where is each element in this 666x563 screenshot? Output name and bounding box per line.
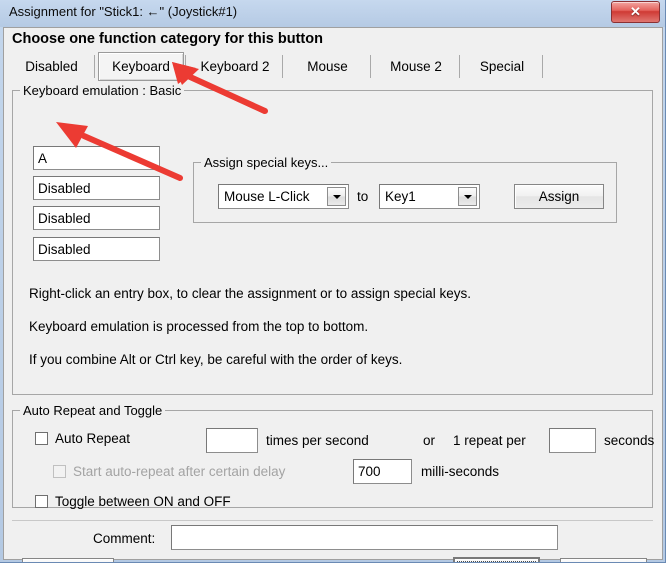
group-legend: Assign special keys... xyxy=(201,155,331,170)
entry-box-2[interactable]: Disabled xyxy=(33,176,160,200)
tab-separator xyxy=(94,55,95,78)
one-repeat-per-label: 1 repeat per xyxy=(453,433,526,448)
footer-divider xyxy=(12,520,653,521)
checkbox-label: Start auto-repeat after certain delay xyxy=(73,464,285,479)
tab-separator xyxy=(370,55,371,78)
times-per-second-label: times per second xyxy=(266,433,369,448)
comment-input[interactable] xyxy=(171,525,558,550)
checkbox-box xyxy=(53,465,66,478)
toggle-on-off-checkbox[interactable]: Toggle between ON and OFF xyxy=(35,494,231,509)
tab-separator xyxy=(185,55,186,78)
assign-button-label: Assign xyxy=(539,189,580,204)
hint-line-2: Keyboard emulation is processed from the… xyxy=(29,319,368,334)
tab-label: Keyboard 2 xyxy=(200,59,269,74)
tab-separator xyxy=(542,55,543,78)
group-legend: Keyboard emulation : Basic xyxy=(20,83,184,98)
delay-milliseconds-value: 700 xyxy=(358,464,381,479)
checkbox-label: Toggle between ON and OFF xyxy=(55,494,231,509)
assign-special-keys-group: Assign special keys... Mouse L-Click to … xyxy=(193,162,617,223)
combo-value: Mouse L-Click xyxy=(219,189,327,204)
cancel-button[interactable]: Cancel xyxy=(560,558,647,563)
close-icon: ✕ xyxy=(612,2,659,22)
assign-button[interactable]: Assign xyxy=(514,184,604,209)
tab-label: Disabled xyxy=(25,59,78,74)
delay-milliseconds-input[interactable]: 700 xyxy=(353,459,412,484)
tab-keyboard[interactable]: Keyboard xyxy=(98,52,184,81)
milli-seconds-label: milli-seconds xyxy=(421,464,499,479)
tab-label: Mouse xyxy=(307,59,348,74)
hint-line-1: Right-click an entry box, to clear the a… xyxy=(29,286,471,301)
tab-separator xyxy=(282,55,283,78)
entry-box-value: A xyxy=(38,151,47,166)
group-legend: Auto Repeat and Toggle xyxy=(20,403,165,418)
tab-mouse[interactable]: Mouse xyxy=(285,52,370,81)
entry-box-3[interactable]: Disabled xyxy=(33,206,160,230)
chevron-down-icon[interactable] xyxy=(458,187,477,206)
title-bar: Assignment for "Stick1: ←" (Joystick#1) … xyxy=(0,0,666,27)
auto-repeat-checkbox[interactable]: Auto Repeat xyxy=(35,431,130,446)
checkbox-box xyxy=(35,432,48,445)
tab-keyboard-2[interactable]: Keyboard 2 xyxy=(188,52,282,81)
ok-button[interactable]: OK xyxy=(453,557,540,563)
tab-mouse-2[interactable]: Mouse 2 xyxy=(373,52,459,81)
entry-box-value: Disabled xyxy=(38,181,91,196)
checkbox-box xyxy=(35,495,48,508)
window-title: Assignment for "Stick1: ←" (Joystick#1) xyxy=(9,4,237,19)
special-key-source-combo[interactable]: Mouse L-Click xyxy=(218,184,349,209)
entry-box-1[interactable]: A xyxy=(33,146,160,170)
tab-label: Keyboard xyxy=(112,59,170,74)
tab-special[interactable]: Special xyxy=(462,52,542,81)
tab-label: Special xyxy=(480,59,524,74)
tab-disabled[interactable]: Disabled xyxy=(10,52,93,81)
tab-label: Mouse 2 xyxy=(390,59,442,74)
chevron-down-icon[interactable] xyxy=(327,187,346,206)
repeat-rate-input[interactable] xyxy=(206,428,258,453)
close-button[interactable]: ✕ xyxy=(611,1,660,23)
entry-box-value: Disabled xyxy=(38,211,91,226)
clear-button[interactable]: Clear xyxy=(22,558,114,563)
entry-box-value: Disabled xyxy=(38,242,91,257)
auto-repeat-and-toggle-group: Auto Repeat and Toggle Auto Repeat times… xyxy=(12,410,653,508)
entry-box-4[interactable]: Disabled xyxy=(33,237,160,261)
start-auto-repeat-delay-checkbox: Start auto-repeat after certain delay xyxy=(53,464,285,479)
tab-strip: Disabled Keyboard Keyboard 2 Mouse Mouse… xyxy=(10,52,655,82)
combo-value: Key1 xyxy=(380,189,458,204)
dialog-client-area: Choose one function category for this bu… xyxy=(3,27,663,560)
to-label: to xyxy=(357,189,368,204)
tab-separator xyxy=(459,55,460,78)
page-title: Choose one function category for this bu… xyxy=(12,31,323,47)
special-key-target-combo[interactable]: Key1 xyxy=(379,184,480,209)
dialog-window: Assignment for "Stick1: ←" (Joystick#1) … xyxy=(0,0,666,563)
checkbox-label: Auto Repeat xyxy=(55,431,130,446)
repeat-seconds-input[interactable] xyxy=(549,428,596,453)
comment-label: Comment: xyxy=(93,531,155,546)
or-label: or xyxy=(423,433,435,448)
hint-line-3: If you combine Alt or Ctrl key, be caref… xyxy=(29,352,402,367)
seconds-label: seconds xyxy=(604,433,654,448)
keyboard-emulation-group: Keyboard emulation : Basic A Disabled Di… xyxy=(12,90,653,395)
